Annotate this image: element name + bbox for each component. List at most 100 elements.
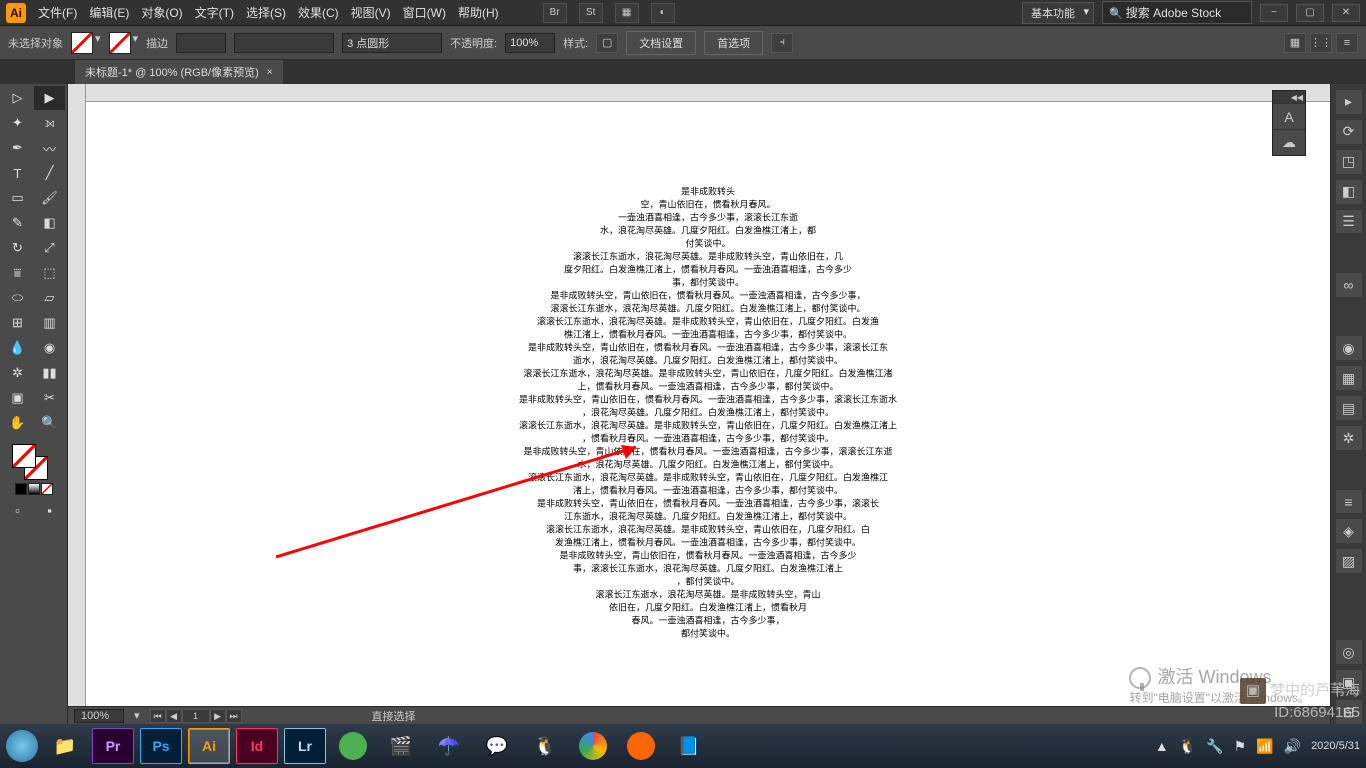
symbols-panel-icon[interactable]: ✲ xyxy=(1336,426,1362,450)
floating-mini-panel[interactable]: ◀◀ A ☁ xyxy=(1272,90,1306,156)
rotate-tool[interactable]: ↻ xyxy=(2,236,33,260)
view-mode-icon[interactable]: ▦ xyxy=(1284,33,1306,53)
search-input[interactable]: 🔍 搜索 Adobe Stock xyxy=(1102,1,1252,24)
canvas-area[interactable]: 是非成败转头空，青山依旧在，惯看秋月春风。一壶浊酒喜相逢，古今多少事，滚滚长江东… xyxy=(68,84,1330,724)
curvature-tool[interactable]: 〰 xyxy=(34,136,65,160)
color-mode-icon[interactable] xyxy=(15,483,27,495)
direct-selection-tool[interactable]: ▶ xyxy=(34,86,65,110)
menu-file[interactable]: 文件(F) xyxy=(38,4,77,21)
slice-tool[interactable]: ✂ xyxy=(34,386,65,410)
taskbar-premiere-icon[interactable]: Pr xyxy=(92,728,134,764)
menu-edit[interactable]: 编辑(E) xyxy=(89,4,129,21)
opacity-input[interactable] xyxy=(505,33,555,53)
panel-toggle-icon[interactable]: ⋮⋮ xyxy=(1310,33,1332,53)
taskbar-lightroom-icon[interactable]: Lr xyxy=(284,728,326,764)
menu-object[interactable]: 对象(O) xyxy=(141,4,182,21)
width-tool[interactable]: ⩸ xyxy=(2,261,33,285)
tray-date[interactable]: 2020/5/31 xyxy=(1311,740,1360,752)
swatches-panel-icon[interactable]: ▦ xyxy=(1336,366,1362,390)
graph-tool[interactable]: ▮▮ xyxy=(34,361,65,385)
window-maximize[interactable]: ▢ xyxy=(1296,4,1324,22)
tray-tool-icon[interactable]: 🔧 xyxy=(1206,738,1223,755)
color-panel-icon[interactable]: ◉ xyxy=(1336,336,1362,360)
taskbar-app-dark[interactable]: 🎬 xyxy=(380,728,422,764)
screen-mode-full[interactable]: ▪ xyxy=(34,498,65,522)
float-cloud-icon[interactable]: ☁ xyxy=(1273,129,1305,155)
area-type-object[interactable]: 是非成败转头空，青山依旧在，惯看秋月春风。一壶浊酒喜相逢，古今多少事，滚滚长江东… xyxy=(468,186,948,641)
brushes-panel-icon[interactable]: ▤ xyxy=(1336,396,1362,420)
artboard[interactable]: 是非成败转头空，青山依旧在，惯看秋月春风。一壶浊酒喜相逢，古今多少事，滚滚长江东… xyxy=(86,102,1330,706)
window-close[interactable]: ✕ xyxy=(1332,4,1360,22)
tray-volume-icon[interactable]: 🔊 xyxy=(1284,738,1301,755)
taskbar-illustrator-icon[interactable]: Ai xyxy=(188,728,230,764)
mesh-tool[interactable]: ⊞ xyxy=(2,311,33,335)
artboard-navigation[interactable]: ⏮◀1▶⏭ xyxy=(150,709,242,723)
zoom-value[interactable]: 100% xyxy=(74,709,124,723)
collapse-icon[interactable]: ◀◀ xyxy=(1291,93,1303,102)
rectangle-tool[interactable]: ▭ xyxy=(2,186,33,210)
gradient-tool[interactable]: ▥ xyxy=(34,311,65,335)
stroke-weight[interactable] xyxy=(176,33,226,53)
taskbar-indesign-icon[interactable]: Id xyxy=(236,728,278,764)
appearance-panel-icon[interactable]: ◎ xyxy=(1336,640,1362,664)
artboards-panel-icon[interactable]: ◧ xyxy=(1336,180,1362,204)
stroke-panel-icon[interactable]: ≡ xyxy=(1336,490,1362,514)
taskbar-app-umbrella[interactable]: ☂️ xyxy=(428,728,470,764)
stock-icon[interactable]: St xyxy=(579,3,603,23)
taskbar-browser-icon[interactable] xyxy=(6,730,38,762)
menu-view[interactable]: 视图(V) xyxy=(351,4,391,21)
eraser-tool[interactable]: ◧ xyxy=(34,211,65,235)
eyedropper-tool[interactable]: 💧 xyxy=(2,336,33,360)
libraries-panel-icon[interactable]: ⟳ xyxy=(1336,120,1362,144)
properties-panel-icon[interactable]: ▸ xyxy=(1336,90,1362,114)
menu-help[interactable]: 帮助(H) xyxy=(458,4,499,21)
asset-panel-icon[interactable]: ☰ xyxy=(1336,210,1362,234)
gradient-mode-icon[interactable] xyxy=(28,483,40,495)
system-tray[interactable]: ▲ 🐧 🔧 ⚑ 📶 🔊 2020/5/31 xyxy=(1155,738,1360,755)
taskbar-app-notes[interactable]: 📘 xyxy=(668,728,710,764)
preferences-button[interactable]: 首选项 xyxy=(704,31,763,55)
workspace-selector[interactable]: 基本功能 xyxy=(1022,2,1094,24)
window-minimize[interactable]: − xyxy=(1260,4,1288,22)
taskbar-app-green[interactable] xyxy=(332,728,374,764)
gradient-panel-icon[interactable]: ◈ xyxy=(1336,519,1362,543)
shape-builder-tool[interactable]: ⬭ xyxy=(2,286,33,310)
shaper-tool[interactable]: ✎ xyxy=(2,211,33,235)
zoom-tool[interactable]: 🔍 xyxy=(34,411,65,435)
stroke-swatch[interactable] xyxy=(109,32,131,54)
document-tab[interactable]: 未标题-1* @ 100% (RGB/像素预览) × xyxy=(75,60,283,84)
none-mode-icon[interactable] xyxy=(41,483,53,495)
fill-stroke-swatches[interactable] xyxy=(2,442,65,480)
fill-swatch[interactable] xyxy=(71,32,93,54)
tray-arrow-icon[interactable]: ▲ xyxy=(1155,738,1169,754)
menu-icon[interactable]: ≡ xyxy=(1336,33,1358,53)
style-select[interactable]: ▢ xyxy=(596,33,618,53)
taskbar-app-chat[interactable]: 💬 xyxy=(476,728,518,764)
hand-tool[interactable]: ✋ xyxy=(2,411,33,435)
menu-select[interactable]: 选择(S) xyxy=(246,4,286,21)
stroke-profile[interactable] xyxy=(342,33,442,53)
tray-qq-icon[interactable]: 🐧 xyxy=(1179,738,1196,755)
artboard-tool[interactable]: ▣ xyxy=(2,386,33,410)
lasso-tool[interactable]: ⟕ xyxy=(34,111,65,135)
selection-tool[interactable]: ▷ xyxy=(2,86,33,110)
taskbar-app-orange[interactable] xyxy=(620,728,662,764)
free-transform-tool[interactable]: ⬚ xyxy=(34,261,65,285)
float-character-icon[interactable]: A xyxy=(1273,103,1305,129)
blend-tool[interactable]: ◉ xyxy=(34,336,65,360)
brush-select[interactable] xyxy=(234,33,334,53)
taskbar-app-qq[interactable]: 🐧 xyxy=(524,728,566,764)
ruler-vertical[interactable] xyxy=(68,84,86,706)
menu-window[interactable]: 窗口(W) xyxy=(403,4,446,21)
cc-panel-icon[interactable]: ∞ xyxy=(1336,273,1362,297)
scale-tool[interactable]: ⤢ xyxy=(34,236,65,260)
taskbar-explorer-icon[interactable]: 📁 xyxy=(44,728,86,764)
menu-type[interactable]: 文字(T) xyxy=(195,4,234,21)
tray-network-icon[interactable]: 📶 xyxy=(1256,738,1273,755)
taskbar-photoshop-icon[interactable]: Ps xyxy=(140,728,182,764)
layers-panel-icon[interactable]: ◳ xyxy=(1336,150,1362,174)
pen-tool[interactable]: ✒ xyxy=(2,136,33,160)
arrange-icon[interactable]: ▦ xyxy=(615,3,639,23)
screen-mode-normal[interactable]: ▫ xyxy=(2,498,33,522)
line-tool[interactable]: ╱ xyxy=(34,161,65,185)
